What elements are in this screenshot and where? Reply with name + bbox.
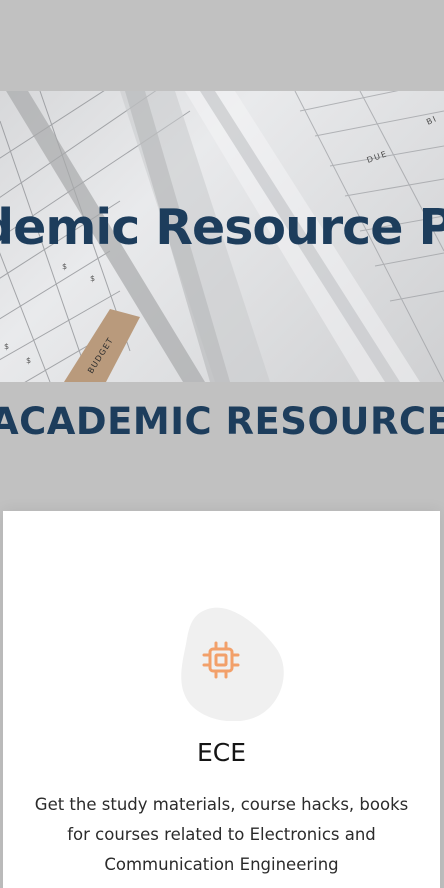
chip-icon [202,641,240,679]
svg-text:$: $ [4,342,9,351]
hero-title: Academic Resource Portal [0,199,444,256]
card-title: ECE [196,738,247,767]
svg-text:$: $ [62,262,67,271]
svg-text:$: $ [26,356,31,365]
hero-banner: $ $ $ $ BUDGET DUE BI emic Resource P [0,91,444,382]
svg-text:$: $ [90,274,95,283]
course-card-ece[interactable]: ECE Get the study materials, course hack… [3,511,440,888]
card-description: Get the study materials, course hacks, b… [34,795,409,874]
section-heading: ACADEMIC RESOURCES [0,400,444,443]
page: $ $ $ $ BUDGET DUE BI emic Resource P AC… [0,0,444,888]
due-label: DUE [366,149,389,165]
bi-label: BI [425,114,439,127]
